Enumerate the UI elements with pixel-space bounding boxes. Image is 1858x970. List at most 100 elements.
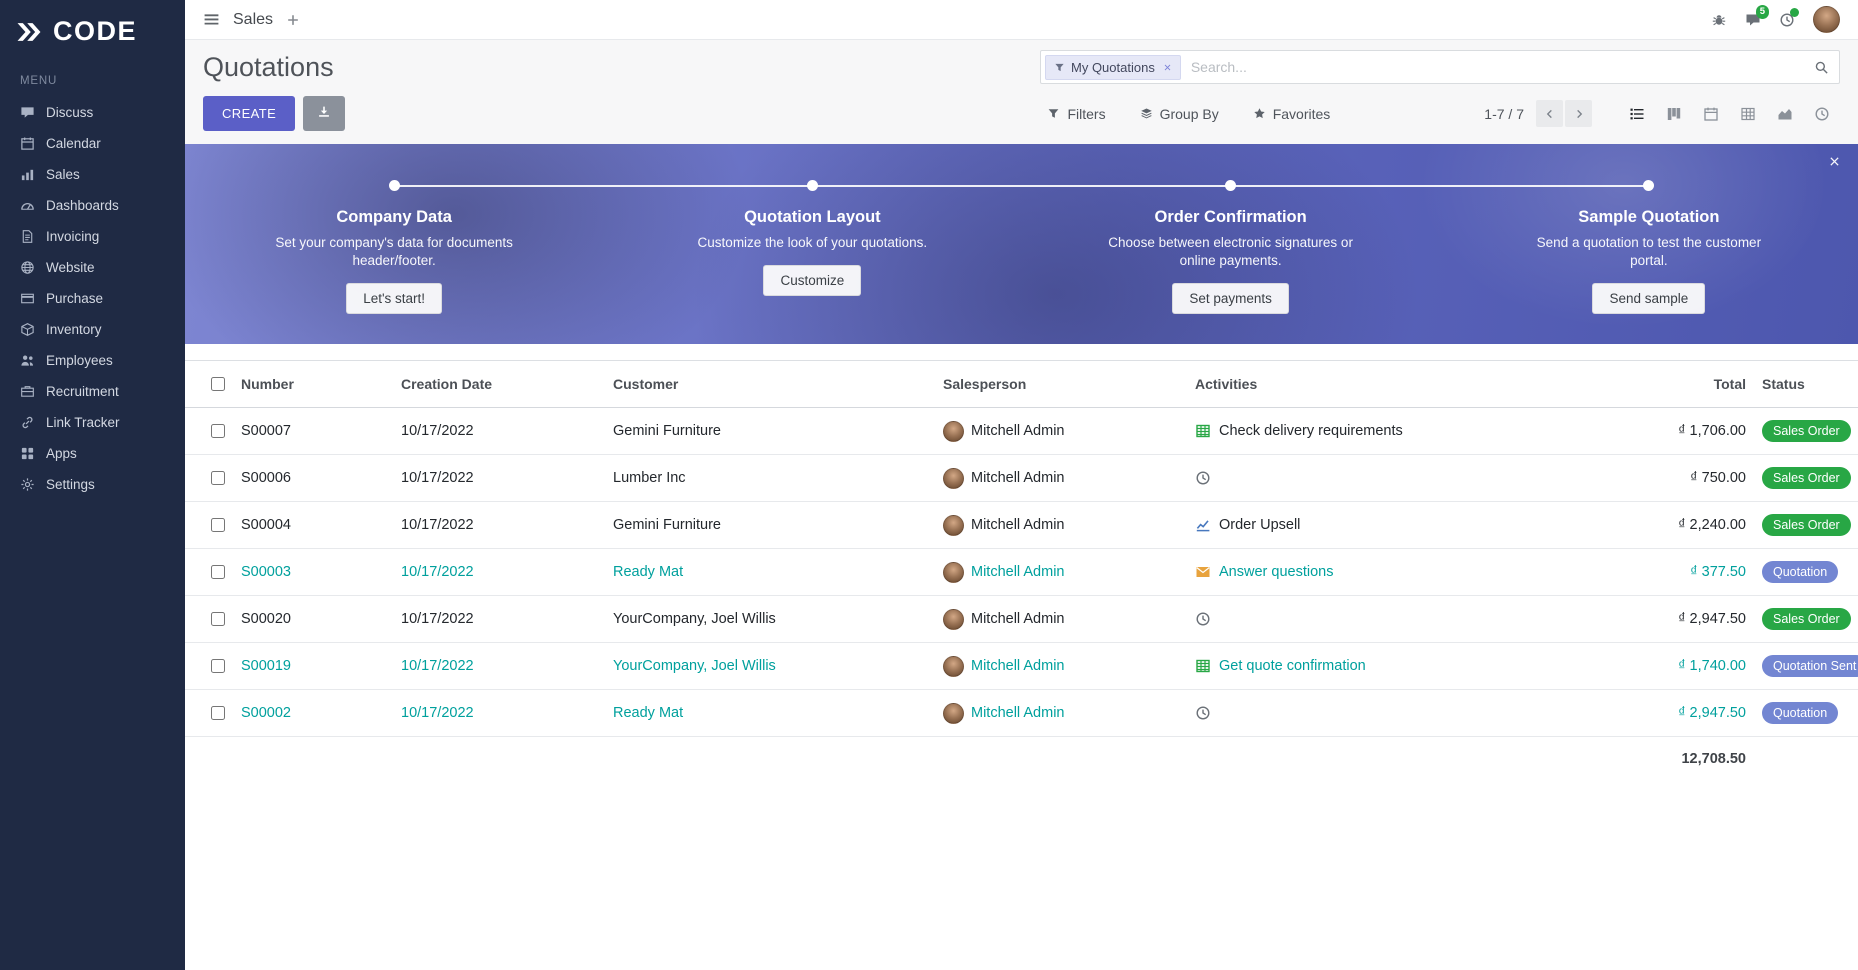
table-row[interactable]: S0002010/17/2022YourCompany, Joel Willis… (185, 596, 1858, 643)
search-input[interactable] (1189, 58, 1806, 76)
activity-label[interactable]: Answer questions (1219, 564, 1333, 580)
app-tab[interactable]: Sales (233, 11, 273, 29)
step-dot (807, 180, 818, 191)
star-icon (1253, 107, 1266, 120)
salesperson-avatar (943, 421, 964, 442)
cell-salesperson: Mitchell Admin (935, 596, 1187, 643)
topbar-right: 5 (1711, 6, 1840, 33)
row-checkbox[interactable] (211, 706, 225, 720)
export-button[interactable] (303, 96, 345, 131)
sidebar-item-label: Calendar (46, 136, 101, 151)
group-by-button[interactable]: Group By (1140, 106, 1219, 122)
debug-button[interactable] (1711, 12, 1727, 28)
clock-icon[interactable] (1195, 705, 1211, 721)
cell-activities (1187, 455, 1604, 502)
activities-button[interactable] (1779, 12, 1795, 28)
table-footer: 12,708.50 (185, 737, 1858, 782)
sidebar-item-invoicing[interactable]: Invoicing (0, 221, 185, 252)
hamburger-menu-icon[interactable] (203, 11, 220, 28)
table-row[interactable]: S0000410/17/2022Gemini FurnitureMitchell… (185, 502, 1858, 549)
activity-label[interactable]: Order Upsell (1219, 517, 1300, 533)
salesperson-avatar (943, 468, 964, 489)
envelope-icon[interactable] (1195, 564, 1211, 580)
select-all-checkbox[interactable] (211, 377, 225, 391)
messages-button[interactable]: 5 (1745, 12, 1761, 28)
clock-icon[interactable] (1195, 470, 1211, 486)
sidebar-item-sales[interactable]: Sales (0, 159, 185, 190)
step-button-send-sample[interactable]: Send sample (1592, 283, 1705, 314)
sidebar-item-calendar[interactable]: Calendar (0, 128, 185, 159)
search-icon[interactable] (1814, 60, 1829, 75)
pager-next-button[interactable] (1565, 100, 1592, 127)
sidebar-item-apps[interactable]: Apps (0, 438, 185, 469)
view-kanban-button[interactable] (1655, 99, 1692, 129)
favorites-button[interactable]: Favorites (1253, 106, 1331, 122)
sidebar-item-label: Recruitment (46, 384, 119, 399)
table-row[interactable]: S0000210/17/2022Ready MatMitchell Admin₫… (185, 690, 1858, 737)
view-activity-button[interactable] (1803, 99, 1840, 129)
column-header-total[interactable]: Total (1604, 361, 1754, 408)
step-description: Set your company's data for documents he… (267, 234, 522, 270)
activity-label[interactable]: Check delivery requirements (1219, 423, 1403, 439)
topbar: Sales 5 (185, 0, 1858, 40)
view-graph-button[interactable] (1766, 99, 1803, 129)
sidebar-item-link-tracker[interactable]: Link Tracker (0, 407, 185, 438)
sidebar-item-inventory[interactable]: Inventory (0, 314, 185, 345)
banner-close-icon[interactable] (1828, 155, 1841, 168)
search-bar[interactable]: My Quotations (1040, 50, 1840, 84)
clock-icon[interactable] (1195, 611, 1211, 627)
step-button-set-payments[interactable]: Set payments (1172, 283, 1289, 314)
onboarding-step-company-data: Company DataSet your company's data for … (185, 180, 603, 344)
user-avatar[interactable] (1813, 6, 1840, 33)
step-button-customize[interactable]: Customize (763, 265, 861, 296)
pivot-view-icon (1740, 106, 1756, 122)
new-tab-plus-icon[interactable] (286, 13, 300, 27)
row-checkbox[interactable] (211, 471, 225, 485)
create-button[interactable]: CREATE (203, 96, 295, 131)
row-checkbox[interactable] (211, 612, 225, 626)
table-row[interactable]: S0000710/17/2022Gemini FurnitureMitchell… (185, 408, 1858, 455)
app-root: CODE MENU DiscussCalendarSalesDashboards… (0, 0, 1858, 970)
view-list-button[interactable] (1618, 99, 1655, 129)
row-checkbox[interactable] (211, 518, 225, 532)
calendar-view-icon (1703, 106, 1719, 122)
sidebar-item-website[interactable]: Website (0, 252, 185, 283)
pager-prev-button[interactable] (1536, 100, 1563, 127)
app-logo[interactable]: CODE (0, 0, 185, 57)
sidebar-item-recruitment[interactable]: Recruitment (0, 376, 185, 407)
table-row[interactable]: S0000310/17/2022Ready MatMitchell AdminA… (185, 549, 1858, 596)
column-header-status[interactable]: Status (1754, 361, 1858, 408)
row-checkbox[interactable] (211, 424, 225, 438)
row-checkbox-cell (185, 408, 233, 455)
column-header-customer[interactable]: Customer (605, 361, 935, 408)
sidebar-item-discuss[interactable]: Discuss (0, 97, 185, 128)
table-row[interactable]: S0001910/17/2022YourCompany, Joel Willis… (185, 643, 1858, 690)
view-calendar-button[interactable] (1692, 99, 1729, 129)
spreadsheet-icon[interactable] (1195, 658, 1211, 674)
column-header-salesperson[interactable]: Salesperson (935, 361, 1187, 408)
step-button-let-s-start[interactable]: Let's start! (346, 283, 442, 314)
search-facet-label: My Quotations (1071, 60, 1155, 75)
cell-salesperson: Mitchell Admin (935, 455, 1187, 502)
column-header-creation-date[interactable]: Creation Date (393, 361, 605, 408)
column-header-number[interactable]: Number (233, 361, 393, 408)
row-checkbox[interactable] (211, 565, 225, 579)
row-checkbox[interactable] (211, 659, 225, 673)
cell-activities: Order Upsell (1187, 502, 1604, 549)
filters-button[interactable]: Filters (1047, 106, 1105, 122)
view-pivot-button[interactable] (1729, 99, 1766, 129)
row-checkbox-cell (185, 502, 233, 549)
cell-customer: Gemini Furniture (605, 408, 935, 455)
sidebar-item-settings[interactable]: Settings (0, 469, 185, 500)
activity-label[interactable]: Get quote confirmation (1219, 658, 1366, 674)
table-row[interactable]: S0000610/17/2022Lumber IncMitchell Admin… (185, 455, 1858, 502)
column-header-activities[interactable]: Activities (1187, 361, 1604, 408)
sidebar-item-purchase[interactable]: Purchase (0, 283, 185, 314)
chart-icon[interactable] (1195, 517, 1211, 533)
search-facet[interactable]: My Quotations (1045, 55, 1181, 80)
sidebar-item-dashboards[interactable]: Dashboards (0, 190, 185, 221)
cell-status: Quotation (1754, 549, 1858, 596)
sidebar-item-employees[interactable]: Employees (0, 345, 185, 376)
facet-remove-icon[interactable] (1163, 63, 1172, 72)
spreadsheet-icon[interactable] (1195, 423, 1211, 439)
